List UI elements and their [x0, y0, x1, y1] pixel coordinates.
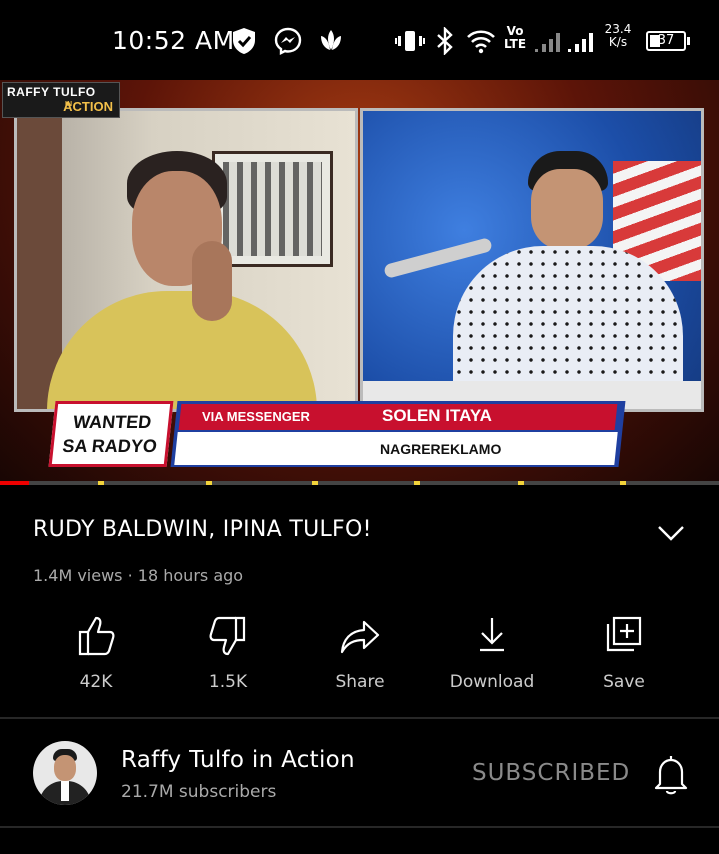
- ad-marker: [98, 481, 104, 485]
- messenger-icon: [274, 27, 302, 55]
- view-count: 1.4M views: [33, 566, 123, 585]
- ad-marker: [518, 481, 524, 485]
- bell-icon[interactable]: [652, 752, 690, 796]
- progress-played: [0, 481, 29, 485]
- caller-role: NAGREREKLAMO: [380, 441, 502, 457]
- like-button[interactable]: 42K: [41, 614, 151, 694]
- caller-person: [47, 151, 317, 409]
- channel-logo: RAFFY TULFO IN ACTION: [2, 82, 120, 118]
- meta-separator: ·: [127, 566, 133, 585]
- ad-marker: [620, 481, 626, 485]
- caller-video-feed: [14, 108, 358, 412]
- video-title[interactable]: RUDY BALDWIN, IPINA TULFO!: [33, 517, 372, 542]
- ad-marker: [312, 481, 318, 485]
- save-playlist-icon: [604, 614, 644, 658]
- download-button[interactable]: Download: [437, 614, 547, 694]
- video-progress-bar[interactable]: [0, 481, 719, 485]
- upload-age: 18 hours ago: [137, 566, 244, 585]
- thumbs-up-icon: [76, 614, 116, 658]
- wifi-icon: [466, 27, 496, 55]
- segment-badge: WANTED SA RADYO: [48, 401, 174, 467]
- network-speed: 23.4 K/s: [604, 22, 632, 49]
- caller-name: SOLEN ITAYA: [382, 406, 492, 425]
- video-meta: 1.4M views · 18 hours ago: [33, 566, 243, 585]
- lotus-icon: [317, 27, 345, 55]
- save-button[interactable]: Save: [569, 614, 679, 694]
- download-icon: [472, 614, 512, 658]
- volte-label: Vo LTE: [503, 24, 527, 51]
- battery-icon: 37: [643, 27, 690, 55]
- share-button[interactable]: Share: [305, 614, 415, 694]
- shield-check-icon: [230, 27, 258, 55]
- thumbs-down-icon: [208, 614, 248, 658]
- chevron-down-icon[interactable]: [656, 518, 686, 548]
- channel-avatar[interactable]: [33, 741, 97, 805]
- host-video-feed: [360, 108, 704, 412]
- subscriber-count: 21.7M subscribers: [121, 782, 277, 802]
- share-icon: [340, 614, 380, 658]
- host-person: [423, 151, 683, 406]
- divider: [0, 717, 719, 719]
- divider: [0, 826, 719, 828]
- bluetooth-icon: [433, 27, 457, 55]
- signal-sim1-icon: [534, 27, 564, 55]
- battery-level: 37: [657, 33, 675, 48]
- video-player[interactable]: WANTED SA RADYO VIA MESSENGER SOLEN ITAY…: [0, 80, 719, 484]
- subscribed-button[interactable]: SUBSCRIBED: [472, 760, 630, 786]
- status-bar: 10:52 AM Vo LTE 23.4 K/s 37: [0, 0, 719, 80]
- lower-third-banner: WANTED SA RADYO VIA MESSENGER SOLEN ITAY…: [48, 401, 626, 469]
- vibrate-icon: [395, 27, 425, 55]
- via-label: VIA MESSENGER: [202, 409, 310, 424]
- ad-marker: [206, 481, 212, 485]
- ad-marker: [414, 481, 420, 485]
- dislike-button[interactable]: 1.5K: [173, 614, 283, 694]
- status-time: 10:52 AM: [112, 26, 235, 55]
- channel-name[interactable]: Raffy Tulfo in Action: [121, 747, 355, 773]
- signal-sim2-icon: [567, 27, 597, 55]
